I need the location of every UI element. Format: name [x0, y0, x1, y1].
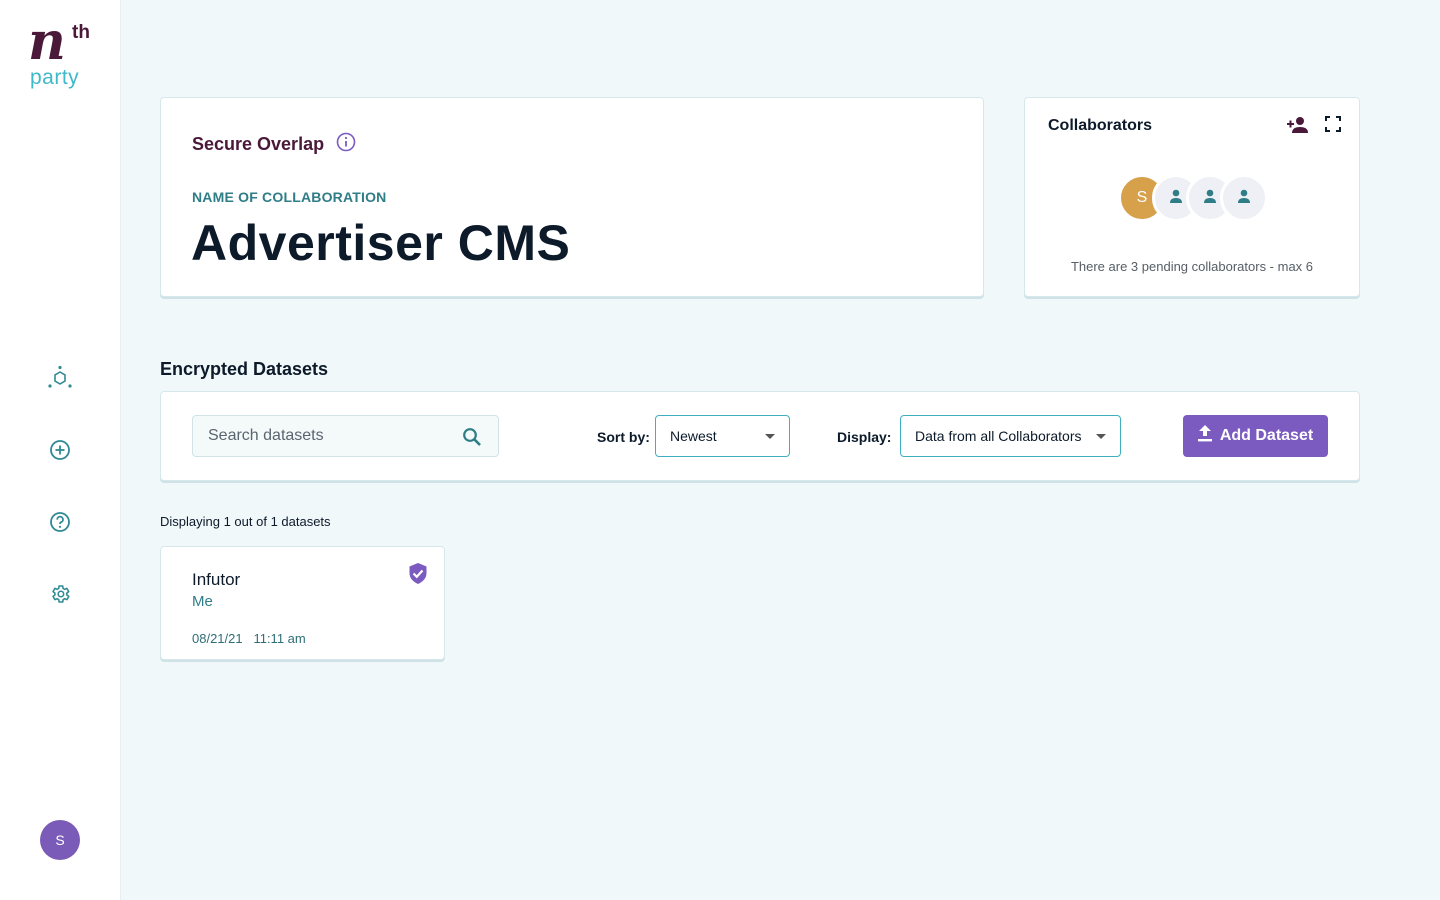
display-label: Display: — [837, 429, 892, 445]
upload-icon — [1197, 425, 1212, 447]
collaboration-type: Secure Overlap — [192, 132, 356, 157]
info-icon[interactable] — [336, 132, 356, 157]
pending-collaborators-text: There are 3 pending collaborators - max … — [1070, 259, 1314, 274]
chevron-down-icon — [1096, 434, 1106, 439]
search-input[interactable] — [208, 427, 458, 445]
collaboration-name: Advertiser CMS — [191, 215, 571, 271]
datasets-toolbar: Sort by: Newest Display: Data from all C… — [160, 391, 1360, 481]
verified-shield-icon — [408, 562, 428, 590]
gear-icon[interactable] — [46, 580, 74, 608]
dataset-card[interactable]: Infutor Me 08/21/21 11:11 am — [160, 546, 445, 660]
collaboration-type-label: Secure Overlap — [192, 134, 325, 154]
collaborator-avatars: S — [1118, 174, 1278, 222]
collaborators-actions — [1287, 116, 1341, 139]
person-icon — [1236, 188, 1252, 209]
dataset-date: 08/21/21 — [192, 631, 243, 646]
search-box — [192, 415, 499, 457]
nthparty-logo[interactable]: n th party — [28, 16, 94, 94]
display-select[interactable]: Data from all Collaborators — [900, 415, 1121, 457]
sort-label: Sort by: — [597, 429, 650, 445]
dataset-time: 11:11 am — [253, 631, 306, 646]
person-icon — [1168, 188, 1184, 209]
dataset-owner: Me — [192, 593, 213, 610]
network-hexagon-icon[interactable] — [46, 364, 74, 392]
dataset-name: Infutor — [192, 570, 241, 589]
chevron-down-icon — [765, 434, 775, 439]
sort-value: Newest — [670, 428, 717, 444]
help-icon[interactable] — [46, 508, 74, 536]
collaboration-overview-card: Secure Overlap NAME OF COLLABORATION Adv… — [160, 97, 984, 297]
fullscreen-icon[interactable] — [1325, 116, 1341, 139]
logo-word: party — [30, 66, 80, 89]
logo-superscript: th — [72, 22, 90, 43]
user-avatar[interactable]: S — [40, 820, 80, 860]
sidebar: n th party S — [0, 0, 121, 900]
pending-collaborator-avatar[interactable] — [1220, 174, 1268, 222]
add-dataset-label: Add Dataset — [1219, 427, 1314, 444]
encrypted-datasets-title: Encrypted Datasets — [160, 359, 329, 379]
collaborators-card: Collaborators S There are 3 pending coll… — [1024, 97, 1360, 297]
add-person-icon[interactable] — [1287, 116, 1309, 139]
collaboration-name-label: NAME OF COLLABORATION — [192, 189, 387, 205]
add-circle-icon[interactable] — [46, 436, 74, 464]
search-icon[interactable] — [462, 427, 482, 452]
logo-mark: n — [28, 11, 66, 72]
sort-select[interactable]: Newest — [655, 415, 790, 457]
dataset-timestamp: 08/21/21 11:11 am — [192, 631, 306, 646]
add-dataset-button[interactable]: Add Dataset — [1183, 415, 1328, 457]
person-icon — [1202, 188, 1218, 209]
collaborators-title: Collaborators — [1048, 117, 1153, 134]
dataset-count-text: Displaying 1 out of 1 datasets — [160, 514, 331, 529]
display-value: Data from all Collaborators — [915, 428, 1082, 444]
